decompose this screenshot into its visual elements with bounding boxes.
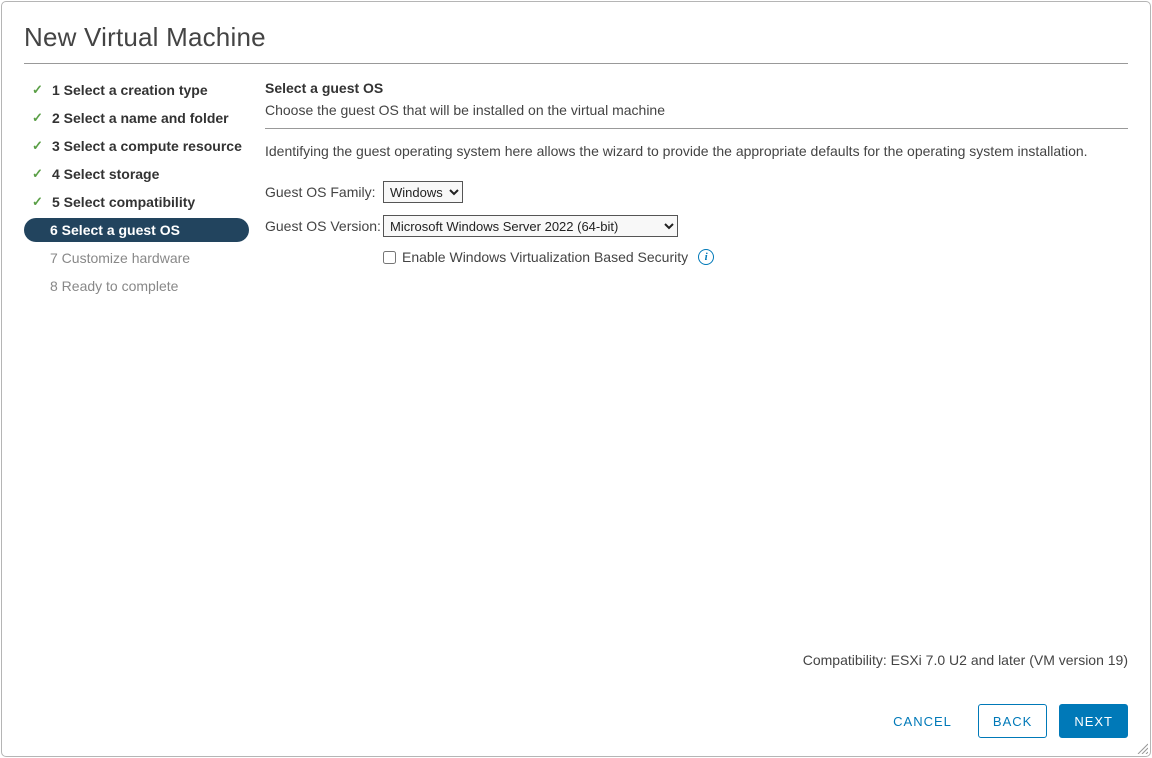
check-icon: ✓ — [32, 138, 50, 154]
step-label: 6 Select a guest OS — [50, 222, 180, 238]
step-label: 5 Select compatibility — [52, 194, 195, 210]
vbs-checkbox[interactable] — [383, 251, 396, 264]
step-label: 3 Select a compute resource — [52, 138, 242, 154]
dialog-title: New Virtual Machine — [24, 22, 1128, 53]
guest-os-family-label: Guest OS Family: — [265, 184, 383, 200]
page-subheading: Choose the guest OS that will be install… — [265, 102, 1128, 118]
page-heading: Select a guest OS — [265, 80, 1128, 96]
step-label: 1 Select a creation type — [52, 82, 208, 98]
resize-handle-icon — [1136, 742, 1148, 754]
guest-os-family-row: Guest OS Family: Windows — [265, 181, 1128, 203]
divider — [265, 128, 1128, 129]
check-icon: ✓ — [32, 82, 50, 98]
check-icon: ✓ — [32, 194, 50, 210]
guest-os-family-select[interactable]: Windows — [383, 181, 463, 203]
check-icon: ✓ — [32, 110, 50, 126]
step-label: 8 Ready to complete — [50, 278, 178, 294]
step-storage[interactable]: ✓ 4 Select storage — [24, 162, 249, 186]
step-label: 4 Select storage — [52, 166, 159, 182]
dialog-footer: CANCEL BACK NEXT — [265, 704, 1128, 738]
content-inner: Select a guest OS Choose the guest OS th… — [265, 78, 1128, 646]
guest-os-version-row: Guest OS Version: Microsoft Windows Serv… — [265, 215, 1128, 237]
page-description: Identifying the guest operating system h… — [265, 143, 1128, 159]
step-compute-resource[interactable]: ✓ 3 Select a compute resource — [24, 134, 249, 158]
cancel-button[interactable]: CANCEL — [879, 704, 966, 738]
dialog-body: ✓ 1 Select a creation type ✓ 2 Select a … — [24, 78, 1128, 738]
step-label: 7 Customize hardware — [50, 250, 190, 266]
step-ready-complete: 8 Ready to complete — [24, 274, 249, 298]
step-creation-type[interactable]: ✓ 1 Select a creation type — [24, 78, 249, 102]
step-customize-hardware: 7 Customize hardware — [24, 246, 249, 270]
info-icon[interactable]: i — [698, 249, 714, 265]
step-guest-os[interactable]: 6 Select a guest OS — [24, 218, 249, 242]
vbs-label: Enable Windows Virtualization Based Secu… — [402, 249, 688, 265]
compatibility-text: Compatibility: ESXi 7.0 U2 and later (VM… — [265, 652, 1128, 668]
step-name-folder[interactable]: ✓ 2 Select a name and folder — [24, 106, 249, 130]
next-button[interactable]: NEXT — [1059, 704, 1128, 738]
divider — [24, 63, 1128, 64]
guest-os-version-label: Guest OS Version: — [265, 218, 383, 234]
back-button[interactable]: BACK — [978, 704, 1047, 738]
new-vm-dialog: New Virtual Machine ✓ 1 Select a creatio… — [1, 1, 1151, 757]
check-icon: ✓ — [32, 166, 50, 182]
wizard-content: Select a guest OS Choose the guest OS th… — [249, 78, 1128, 738]
guest-os-version-select[interactable]: Microsoft Windows Server 2022 (64-bit) — [383, 215, 678, 237]
step-compatibility[interactable]: ✓ 5 Select compatibility — [24, 190, 249, 214]
wizard-steps: ✓ 1 Select a creation type ✓ 2 Select a … — [24, 78, 249, 738]
step-label: 2 Select a name and folder — [52, 110, 229, 126]
vbs-row: Enable Windows Virtualization Based Secu… — [383, 249, 1128, 265]
